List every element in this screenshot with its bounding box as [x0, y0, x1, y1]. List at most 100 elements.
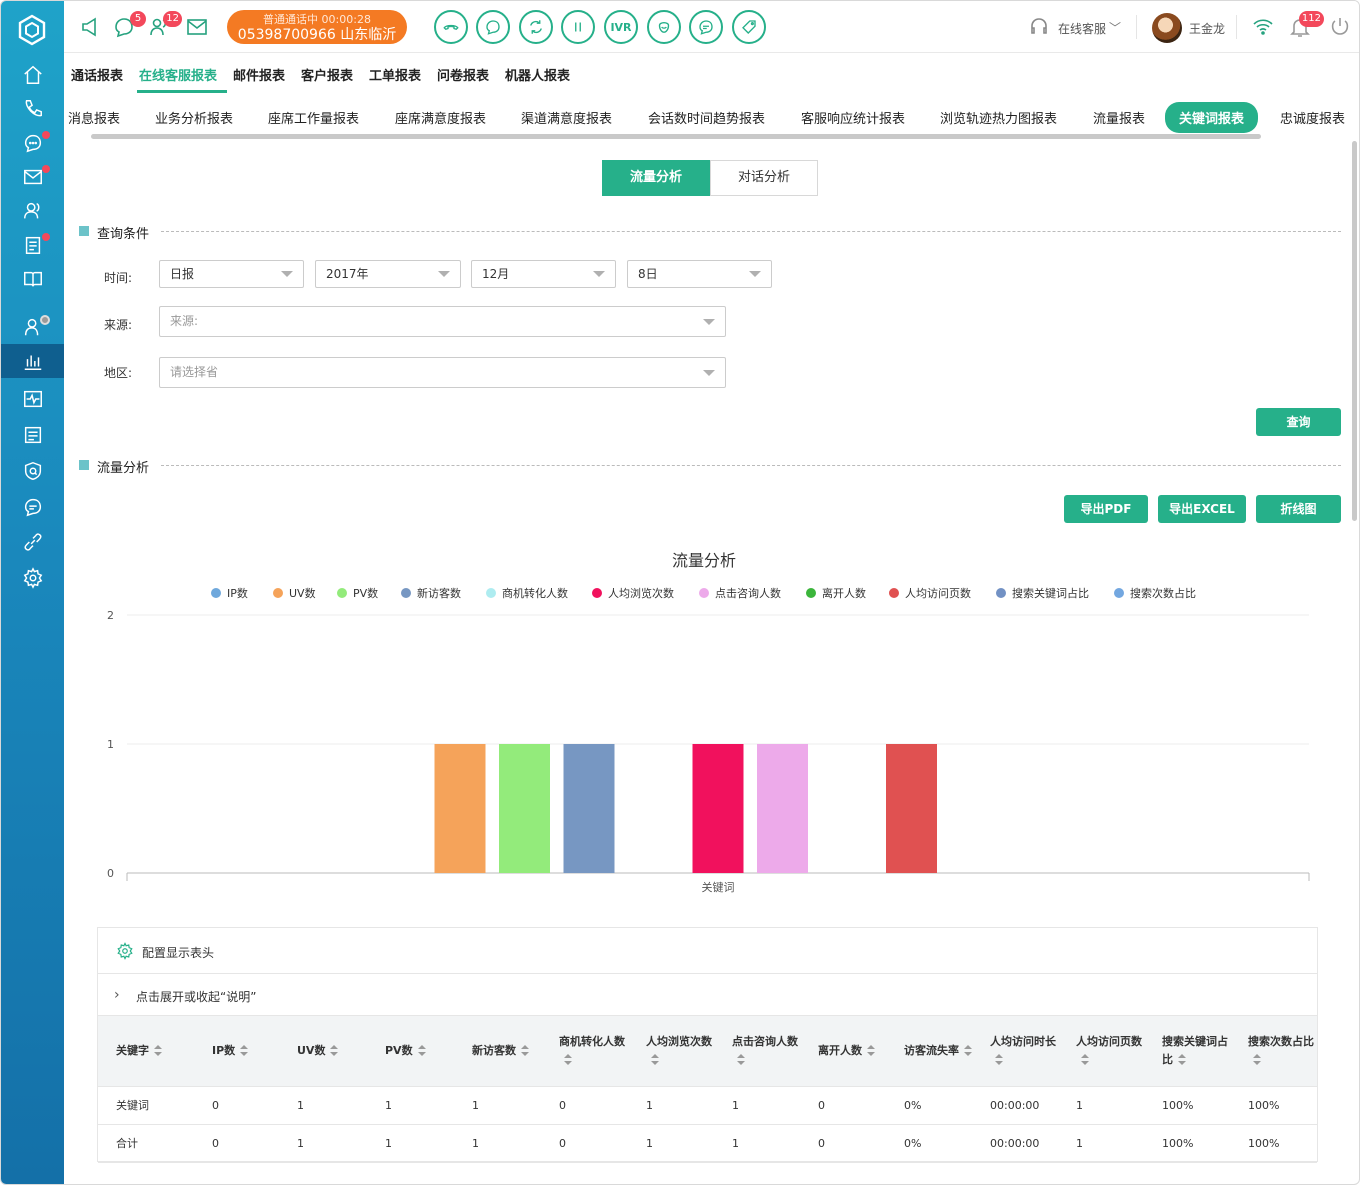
col-keyword[interactable]: 关键字 — [98, 1016, 194, 1087]
dialog-analysis-toggle[interactable]: 对话分析 — [710, 160, 818, 196]
legend-item[interactable]: 商机转化人数 — [486, 585, 568, 601]
subtab-session-trend[interactable]: 会话数时间趋势报表 — [648, 108, 765, 127]
chat-icon[interactable] — [1, 126, 64, 160]
visitors-icon[interactable]: 12 — [148, 11, 182, 39]
subtab-business-analysis[interactable]: 业务分析报表 — [155, 108, 233, 127]
legend-item[interactable]: 点击咨询人数 — [699, 585, 781, 601]
message-icon[interactable] — [1, 490, 64, 524]
list-icon[interactable] — [1, 418, 64, 452]
year-select[interactable]: 2017年 — [315, 260, 461, 288]
call-status-pill[interactable]: 普通通话中 00:00:28 05398700966 山东临沂 — [227, 10, 407, 44]
col-uv[interactable]: UV数 — [279, 1016, 367, 1087]
province-select[interactable]: 请选择省 — [159, 357, 726, 388]
ivr-button[interactable]: IVR — [604, 10, 638, 44]
satisfaction-button[interactable] — [647, 10, 681, 44]
tab-customer-report[interactable]: 客户报表 — [301, 65, 353, 84]
tab-call-report[interactable]: 通话报表 — [71, 65, 123, 84]
legend-item[interactable]: 人均浏览次数 — [592, 585, 674, 601]
knowledge-book-icon[interactable] — [1, 262, 64, 296]
col-avg-pages[interactable]: 人均访问页数 — [1058, 1016, 1144, 1087]
sort-icon[interactable] — [737, 1053, 745, 1065]
subtab-loyalty[interactable]: 忠诚度报表 — [1280, 108, 1345, 127]
quality-shield-icon[interactable] — [1, 454, 64, 488]
legend-item[interactable]: UV数 — [273, 585, 316, 601]
chat-notify-icon[interactable]: 5 — [112, 11, 146, 39]
broadcast-icon[interactable] — [79, 15, 105, 39]
user-name[interactable]: 王金龙 — [1189, 20, 1225, 37]
tabs-scrollbar[interactable] — [91, 134, 1261, 139]
sort-icon[interactable] — [1081, 1053, 1089, 1065]
bell-icon[interactable]: 112 — [1288, 11, 1324, 39]
col-new-visitors[interactable]: 新访客数 — [454, 1016, 541, 1087]
expand-notes-label[interactable]: 点击展开或收起“说明” — [136, 988, 256, 1005]
month-select[interactable]: 12月 — [471, 260, 616, 288]
sort-icon[interactable] — [1178, 1053, 1186, 1065]
contacts-icon[interactable] — [1, 194, 64, 228]
tab-survey-report[interactable]: 问卷报表 — [437, 65, 489, 84]
chevron-right-icon[interactable]: › — [114, 987, 120, 1003]
legend-item[interactable]: 搜索关键词占比 — [996, 585, 1089, 601]
app-logo-icon[interactable] — [15, 13, 49, 47]
col-conversion[interactable]: 商机转化人数 — [541, 1016, 628, 1087]
legend-item[interactable]: 人均访问页数 — [889, 585, 971, 601]
subtab-agent-satisfaction[interactable]: 座席满意度报表 — [395, 108, 486, 127]
config-header-label[interactable]: 配置显示表头 — [142, 944, 214, 961]
sms-button[interactable] — [689, 10, 723, 44]
legend-item[interactable]: IP数 — [211, 585, 248, 601]
sort-icon[interactable] — [330, 1044, 339, 1056]
settings-gear-icon[interactable] — [1, 561, 64, 595]
subtab-response-stats[interactable]: 客服响应统计报表 — [801, 108, 905, 127]
service-mode-dropdown[interactable]: 在线客服 — [1058, 20, 1106, 37]
col-pv[interactable]: PV数 — [367, 1016, 454, 1087]
config-header-row[interactable]: 配置显示表头 — [98, 928, 1317, 974]
sort-icon[interactable] — [154, 1044, 162, 1056]
legend-item[interactable]: 离开人数 — [806, 585, 866, 601]
source-select[interactable]: 来源: — [159, 306, 726, 337]
power-icon[interactable] — [1328, 15, 1354, 39]
agent-status-icon[interactable] — [1, 310, 64, 344]
mail-notify-icon[interactable] — [185, 15, 211, 39]
day-select[interactable]: 8日 — [627, 260, 772, 288]
legend-item[interactable]: 搜索次数占比 — [1114, 585, 1196, 601]
page-scrollbar[interactable] — [1352, 141, 1357, 521]
tab-robot-report[interactable]: 机器人报表 — [505, 65, 570, 84]
consult-button[interactable] — [476, 10, 510, 44]
hold-button[interactable] — [561, 10, 595, 44]
phone-icon[interactable] — [1, 92, 64, 126]
subtab-keyword[interactable]: 关键词报表 — [1165, 102, 1259, 133]
chevron-down-icon[interactable]: ﹀ — [1109, 19, 1121, 36]
settings-gear-icon[interactable] — [116, 942, 134, 960]
sort-icon[interactable] — [521, 1044, 529, 1056]
reports-chart-icon[interactable] — [1, 344, 64, 378]
sort-icon[interactable] — [564, 1053, 572, 1065]
subtab-agent-workload[interactable]: 座席工作量报表 — [268, 108, 359, 127]
col-keyword-share[interactable]: 搜索关键词占比 — [1144, 1016, 1230, 1087]
export-pdf-button[interactable]: 导出PDF — [1064, 495, 1148, 523]
subtab-heatmap[interactable]: 浏览轨迹热力图报表 — [940, 108, 1057, 127]
legend-item[interactable]: PV数 — [337, 585, 378, 601]
col-ip[interactable]: IP数 — [194, 1016, 279, 1087]
sort-icon[interactable] — [240, 1044, 249, 1056]
query-button[interactable]: 查询 — [1256, 408, 1341, 436]
sort-icon[interactable] — [995, 1053, 1003, 1065]
tab-online-service-report[interactable]: 在线客服报表 — [139, 65, 217, 84]
monitor-pulse-icon[interactable] — [1, 382, 64, 416]
sort-icon[interactable] — [651, 1053, 659, 1065]
tab-mail-report[interactable]: 邮件报表 — [233, 65, 285, 84]
sort-icon[interactable] — [1253, 1053, 1261, 1065]
ticket-icon[interactable] — [1, 228, 64, 262]
line-chart-button[interactable]: 折线图 — [1256, 495, 1341, 523]
hangup-button[interactable] — [434, 10, 468, 44]
sort-icon[interactable] — [417, 1044, 426, 1056]
avatar[interactable] — [1152, 13, 1182, 43]
subtab-traffic[interactable]: 流量报表 — [1093, 108, 1145, 127]
expand-notes-row[interactable]: › 点击展开或收起“说明” — [98, 974, 1317, 1016]
mail-icon[interactable] — [1, 160, 64, 194]
subtab-message-report[interactable]: 消息报表 — [68, 108, 120, 127]
sort-icon[interactable] — [964, 1044, 972, 1056]
link-icon[interactable] — [1, 525, 64, 559]
export-excel-button[interactable]: 导出EXCEL — [1158, 495, 1246, 523]
report-type-select[interactable]: 日报 — [159, 260, 304, 288]
col-leave[interactable]: 离开人数 — [800, 1016, 886, 1087]
tab-ticket-report[interactable]: 工单报表 — [369, 65, 421, 84]
